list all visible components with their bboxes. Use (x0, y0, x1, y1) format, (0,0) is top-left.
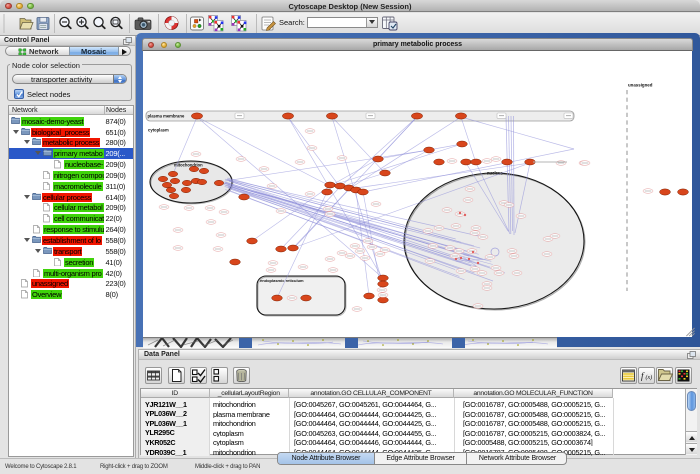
svg-text:mitochondrion: mitochondrion (174, 162, 203, 167)
svg-text:f: f (641, 371, 645, 381)
svg-text:(x): (x) (646, 374, 653, 381)
svg-text:nucleus: nucleus (487, 170, 503, 175)
svg-text:plasma membrane: plasma membrane (148, 113, 185, 118)
svg-text:cytoplasm: cytoplasm (148, 127, 169, 132)
svg-text:endoplasmic reticulum: endoplasmic reticulum (260, 278, 304, 283)
svg-text:unassigned: unassigned (628, 82, 653, 87)
